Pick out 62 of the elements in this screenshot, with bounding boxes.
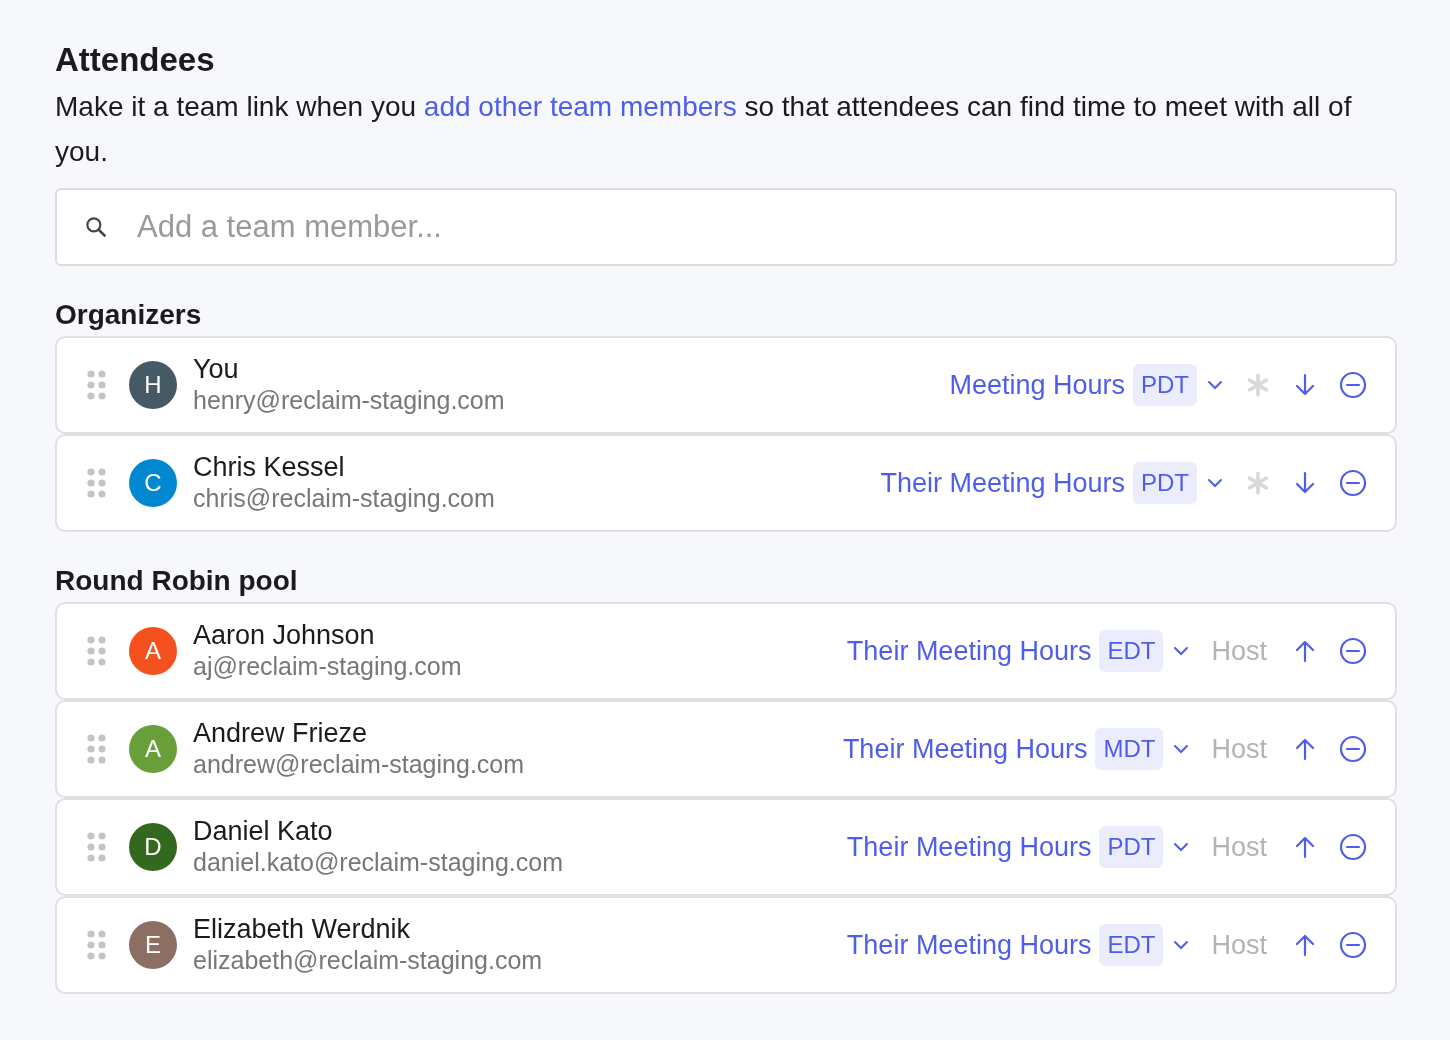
meeting-hours-link[interactable]: Their Meeting Hours bbox=[842, 733, 1088, 765]
chevron-down-icon[interactable] bbox=[1173, 842, 1190, 852]
remove-icon[interactable] bbox=[1339, 371, 1367, 399]
avatar: D bbox=[129, 823, 177, 871]
avatar: E bbox=[129, 921, 177, 969]
arrow-up-icon[interactable] bbox=[1293, 736, 1317, 762]
avatar: A bbox=[129, 627, 177, 675]
remove-icon[interactable] bbox=[1339, 931, 1367, 959]
attendee-email: aj@reclaim-staging.com bbox=[193, 651, 462, 682]
meeting-hours-link[interactable]: Their Meeting Hours bbox=[846, 635, 1092, 667]
attendee-name: Elizabeth Werdnik bbox=[193, 914, 412, 945]
remove-icon[interactable] bbox=[1339, 637, 1367, 665]
avatar: C bbox=[129, 459, 177, 507]
meeting-hours-link[interactable]: Their Meeting Hours bbox=[846, 831, 1092, 863]
attendee-email: henry@reclaim-staging.com bbox=[193, 385, 505, 416]
timezone-badge: PDT bbox=[1133, 364, 1197, 406]
add-team-members-link[interactable]: add other team members bbox=[423, 91, 737, 122]
attendee-email: daniel.kato@reclaim-staging.com bbox=[193, 847, 563, 878]
remove-icon[interactable] bbox=[1339, 735, 1367, 763]
drag-handle-icon[interactable] bbox=[87, 369, 107, 401]
description-text: Make it a team link when you add other team members so that attendees can find time to meet with all of you. bbox=[55, 90, 1353, 169]
attendee-name: Aaron Johnson bbox=[193, 620, 376, 651]
arrow-up-icon[interactable] bbox=[1293, 932, 1317, 958]
asterisk-icon bbox=[1245, 372, 1271, 398]
chevron-down-icon[interactable] bbox=[1173, 940, 1190, 950]
asterisk-icon bbox=[1245, 470, 1271, 496]
timezone-badge: MDT bbox=[1095, 728, 1164, 770]
drag-handle-icon[interactable] bbox=[87, 929, 107, 961]
chevron-down-icon[interactable] bbox=[1207, 380, 1223, 390]
avatar: A bbox=[129, 725, 177, 773]
chevron-down-icon[interactable] bbox=[1207, 478, 1223, 488]
arrow-up-icon[interactable] bbox=[1293, 638, 1317, 664]
arrow-up-icon[interactable] bbox=[1293, 834, 1317, 860]
attendee-name: Andrew Frieze bbox=[193, 718, 369, 749]
timezone-badge: PDT bbox=[1133, 462, 1197, 504]
timezone-badge: EDT bbox=[1099, 630, 1164, 672]
team-member-search-field[interactable]: Add a team member... bbox=[55, 188, 1397, 266]
arrow-down-icon[interactable] bbox=[1293, 372, 1317, 398]
drag-handle-icon[interactable] bbox=[87, 467, 107, 499]
attendee-name: Daniel Kato bbox=[193, 816, 334, 847]
chevron-down-icon[interactable] bbox=[1173, 646, 1190, 656]
arrow-down-icon[interactable] bbox=[1293, 470, 1317, 496]
drag-handle-icon[interactable] bbox=[87, 733, 107, 765]
section-title: Attendees bbox=[55, 40, 216, 80]
attendee-name: You bbox=[193, 354, 240, 385]
meeting-hours-link[interactable]: Their Meeting Hours bbox=[880, 467, 1125, 499]
group-heading: Round Robin pool bbox=[55, 564, 299, 598]
drag-handle-icon[interactable] bbox=[87, 635, 107, 667]
timezone-badge: EDT bbox=[1099, 924, 1164, 966]
remove-icon[interactable] bbox=[1339, 833, 1367, 861]
drag-handle-icon[interactable] bbox=[87, 831, 107, 863]
attendee-email: andrew@reclaim-staging.com bbox=[193, 749, 525, 780]
attendee-email: chris@reclaim-staging.com bbox=[193, 483, 495, 514]
group-heading: Organizers bbox=[55, 298, 203, 332]
avatar: H bbox=[129, 361, 177, 409]
remove-icon[interactable] bbox=[1339, 469, 1367, 497]
chevron-down-icon[interactable] bbox=[1173, 744, 1190, 754]
timezone-badge: PDT bbox=[1099, 826, 1164, 868]
attendee-email: elizabeth@reclaim-staging.com bbox=[193, 945, 543, 976]
attendee-name: Chris Kessel bbox=[193, 452, 346, 483]
meeting-hours-link[interactable]: Meeting Hours bbox=[949, 369, 1125, 401]
meeting-hours-link[interactable]: Their Meeting Hours bbox=[846, 929, 1092, 961]
